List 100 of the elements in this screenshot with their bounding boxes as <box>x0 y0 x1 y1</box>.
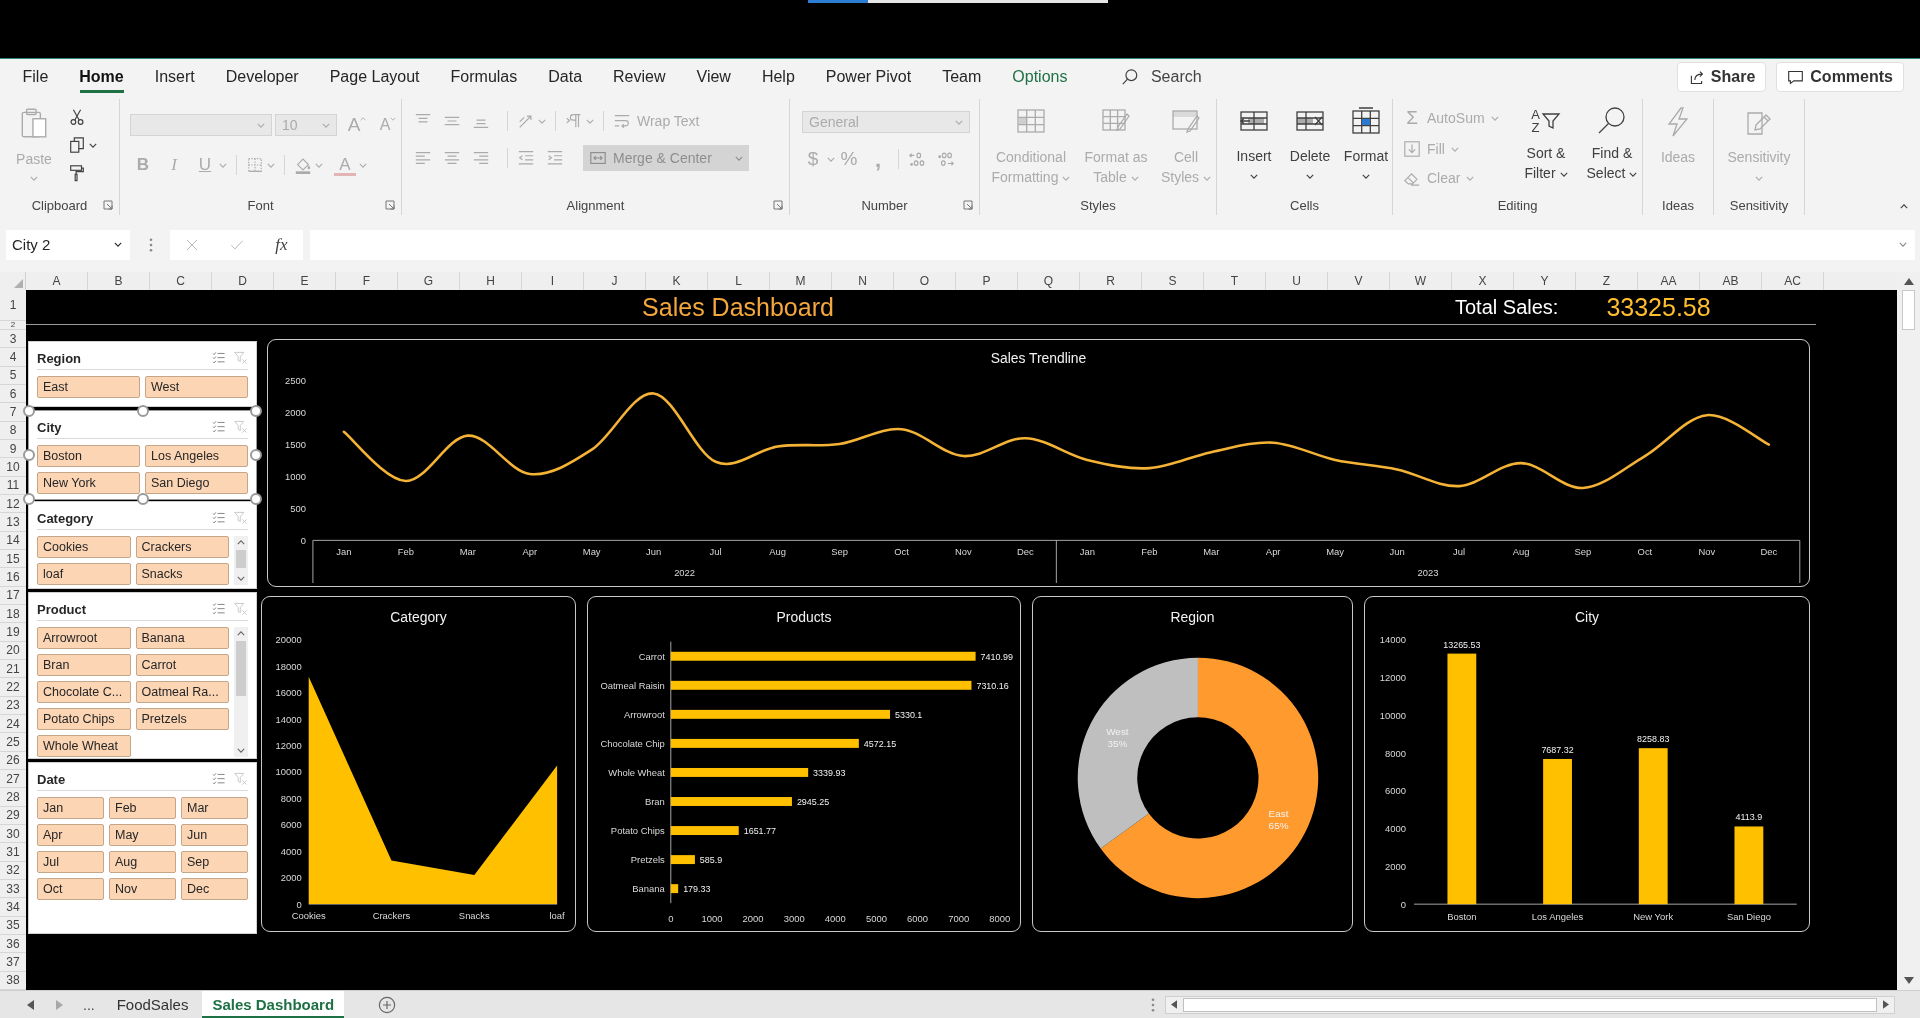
resize-handle[interactable] <box>250 449 262 461</box>
resize-handle[interactable] <box>136 405 149 417</box>
scrollbar[interactable] <box>234 536 248 585</box>
slicer-item[interactable]: May <box>109 824 176 846</box>
slicer-item[interactable]: Mar <box>181 797 248 819</box>
copy-icon[interactable] <box>68 136 86 154</box>
triangle-right-icon[interactable] <box>1883 1000 1889 1009</box>
formula-input[interactable] <box>310 229 1915 260</box>
triangle-left-icon[interactable] <box>1171 1000 1177 1009</box>
slicer-item[interactable]: Dec <box>181 878 248 900</box>
slicer-item[interactable]: Arrowroot <box>37 627 131 649</box>
paintbrush-icon[interactable] <box>68 164 86 182</box>
caret-up-icon[interactable] <box>1900 204 1908 209</box>
launcher-icon[interactable] <box>385 200 395 210</box>
triangle-up-icon[interactable] <box>1903 278 1914 285</box>
slicer-item[interactable]: Oatmeal Ra... <box>135 681 229 703</box>
ribbon-tab[interactable]: Options <box>996 59 1083 95</box>
ribbon-tab[interactable]: Data <box>532 59 598 95</box>
name-box[interactable]: City 2 <box>6 229 130 260</box>
slicer-item[interactable]: Crackers <box>135 536 229 558</box>
slicer-item[interactable]: Pretzels <box>135 708 229 730</box>
caret-up-icon <box>360 117 367 121</box>
comments-button[interactable]: Comments <box>1776 62 1904 92</box>
horizontal-scrollbar[interactable] <box>1165 995 1895 1014</box>
ribbon-tab[interactable]: Developer <box>210 59 315 95</box>
slicer-item[interactable]: Jun <box>181 824 248 846</box>
slicer-item[interactable]: Apr <box>37 824 104 846</box>
resize-handle[interactable] <box>136 493 149 505</box>
ribbon-tab[interactable]: Formulas <box>435 59 533 95</box>
insert-cells-button[interactable]: Insert <box>1227 106 1281 195</box>
plus-icon[interactable] <box>378 995 397 1014</box>
checklist-icon[interactable] <box>212 511 226 525</box>
slicer-item[interactable]: West <box>145 376 248 398</box>
ribbon-tab[interactable]: View <box>681 59 747 95</box>
ribbon-tab[interactable]: Team <box>926 59 997 95</box>
slicer-item[interactable]: Whole Wheat <box>37 735 131 757</box>
axis-label: San Diego <box>1726 911 1771 923</box>
caret-up-icon[interactable] <box>237 540 245 545</box>
ribbon-tab[interactable]: Page Layout <box>314 59 436 95</box>
scrollbar-thumb[interactable] <box>1183 997 1877 1012</box>
scrollbar[interactable] <box>234 627 248 757</box>
caret-up-icon[interactable] <box>237 631 245 636</box>
triangle-left-icon[interactable] <box>27 999 34 1010</box>
checklist-icon[interactable] <box>212 351 226 365</box>
slicer-item[interactable]: Snacks <box>135 563 229 585</box>
axis-label: Oct <box>1637 546 1653 558</box>
launcher-icon[interactable] <box>773 200 783 210</box>
slicer-item[interactable]: Oct <box>37 878 104 900</box>
launcher-icon[interactable] <box>103 200 113 210</box>
search-field[interactable]: Search <box>1150 68 1241 86</box>
slicer-item[interactable]: Nov <box>109 878 176 900</box>
ribbon-tab[interactable]: File <box>7 59 64 95</box>
share-button[interactable]: Share <box>1676 62 1767 92</box>
ribbon-tab[interactable]: Power Pivot <box>810 59 927 95</box>
corner-triangle-icon[interactable] <box>14 279 23 288</box>
slicer-item[interactable]: Potato Chips <box>37 708 131 730</box>
checklist-icon[interactable] <box>212 420 226 434</box>
sheet-tab[interactable]: FoodSales <box>106 991 199 1018</box>
slicer-item[interactable]: San Diego <box>145 472 248 494</box>
scrollbar-thumb[interactable] <box>236 641 246 696</box>
caret-icon[interactable] <box>89 142 97 148</box>
slicer-item[interactable]: Feb <box>109 797 176 819</box>
grip-dots-icon[interactable] <box>149 237 153 252</box>
chart-title: City <box>1575 608 1599 625</box>
slicer-item[interactable]: Bran <box>37 654 131 676</box>
sort-filter-button[interactable]: A Z Sort & Filter <box>1516 105 1576 195</box>
caret-icon[interactable] <box>237 576 245 581</box>
ribbon-tab[interactable]: Review <box>597 59 681 95</box>
format-cells-button[interactable]: Format <box>1339 106 1393 195</box>
caret-icon[interactable] <box>237 748 245 753</box>
grip-dots-icon[interactable] <box>1151 997 1155 1012</box>
slicer-item[interactable]: loaf <box>37 563 131 585</box>
slicer-item[interactable]: East <box>37 376 140 398</box>
checklist-icon[interactable] <box>212 602 226 616</box>
delete-cells-button[interactable]: Delete <box>1283 106 1337 195</box>
slicer-item[interactable]: Jul <box>37 851 104 873</box>
scrollbar-thumb[interactable] <box>1902 290 1915 330</box>
slicer-item[interactable]: Aug <box>109 851 176 873</box>
launcher-icon[interactable] <box>963 200 973 210</box>
triangle-down-icon[interactable] <box>1903 977 1914 984</box>
slicer-item[interactable]: Jan <box>37 797 104 819</box>
slicer-item[interactable]: Sep <box>181 851 248 873</box>
slicer-item[interactable]: Cookies <box>37 536 131 558</box>
scissors-icon[interactable] <box>68 108 86 126</box>
ribbon-tab[interactable]: Insert <box>139 59 211 95</box>
checklist-icon[interactable] <box>212 772 226 786</box>
find-select-button[interactable]: Find & Select <box>1582 105 1642 195</box>
slicer-item[interactable]: Los Angeles <box>145 445 248 467</box>
more-sheets-button[interactable]: ... <box>83 996 95 1013</box>
resize-handle[interactable] <box>250 405 262 417</box>
insert-function-button[interactable]: fx <box>275 234 288 255</box>
slicer-item[interactable]: Carrot <box>135 654 229 676</box>
resize-handle[interactable] <box>250 493 262 505</box>
scrollbar-thumb[interactable] <box>236 550 246 569</box>
slicer-item[interactable]: Chocolate C... <box>37 681 131 703</box>
slicer-item[interactable]: New York <box>37 472 140 494</box>
slicer-item[interactable]: Boston <box>37 445 140 467</box>
slicer-item[interactable]: Banana <box>135 627 229 649</box>
ribbon-tab[interactable]: Help <box>746 59 811 95</box>
sheet-tab[interactable]: Sales Dashboard <box>202 991 345 1018</box>
